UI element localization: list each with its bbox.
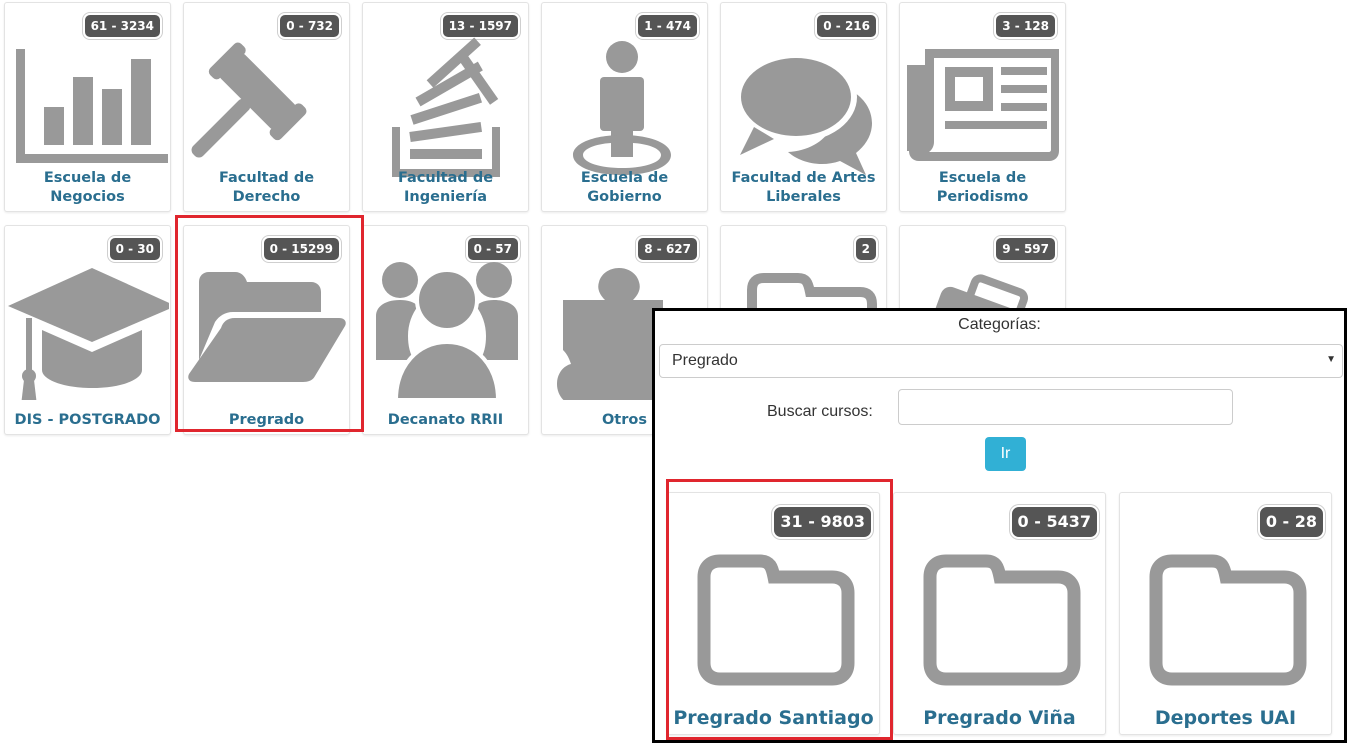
category-label: Escuela de Periodismo: [936, 170, 1029, 205]
category-tile-decanato-rrii[interactable]: 0 - 57 Decanato RRII: [362, 225, 529, 435]
category-label: Facultad de Derecho: [218, 170, 315, 205]
course-count-badge: 0 - 15299: [261, 236, 341, 262]
subcategory-label: Pregrado Santiago: [673, 707, 874, 729]
category-tile-gobierno[interactable]: 1 - 474 Escuela de Gobierno: [541, 2, 708, 212]
category-tile-periodismo[interactable]: 3 - 128 Escuela de Periodismo: [899, 2, 1066, 212]
category-label: Pregrado: [228, 412, 305, 428]
search-courses-label: Buscar cursos:: [767, 403, 873, 420]
subcategory-tile-deportes-uai[interactable]: 0 - 28 Deportes UAI: [1119, 492, 1332, 735]
users-icon: [376, 262, 518, 400]
street-view-icon: [573, 41, 671, 175]
course-count-badge: 0 - 57: [465, 236, 520, 262]
course-count-badge: 1 - 474: [636, 13, 699, 39]
course-count-badge: 3 - 128: [994, 13, 1057, 39]
selected-category: Pregrado: [672, 352, 738, 369]
course-count-badge: 0 - 30: [107, 236, 162, 262]
course-count-badge: 13 - 1597: [440, 13, 520, 39]
category-label: Escuela de Negocios: [43, 170, 132, 205]
category-tile-dis-postgrado[interactable]: 0 - 30 DIS - POSTGRADO: [4, 225, 171, 435]
folder-icon: [923, 554, 1081, 686]
course-count-badge: 0 - 28: [1257, 505, 1325, 539]
category-tile-pregrado[interactable]: 0 - 15299 Pregrado: [183, 225, 350, 435]
gavel-icon: [191, 42, 307, 158]
search-courses-input[interactable]: [898, 389, 1233, 425]
chevron-down-icon: ▼: [1326, 354, 1336, 365]
course-count-badge: 8 - 627: [636, 236, 699, 262]
bar-chart-icon: [16, 49, 168, 163]
category-label: Escuela de Gobierno: [580, 170, 669, 205]
category-label: Facultad de Ingeniería: [397, 170, 494, 205]
go-button[interactable]: Ir: [985, 437, 1026, 471]
category-tile-artes-liberales[interactable]: 0 - 216 Facultad de Artes Liberales: [720, 2, 887, 212]
category-label: DIS - POSTGRADO: [14, 412, 161, 428]
subcategory-panel: Categorías: Pregrado ▼ Buscar cursos: Ir…: [652, 308, 1347, 743]
course-count-badge: 61 - 3234: [82, 13, 162, 39]
newspaper-icon: [907, 49, 1059, 161]
folder-icon: [697, 554, 855, 686]
course-count-badge: 31 - 9803: [772, 505, 873, 539]
folder-open-icon: [188, 272, 346, 382]
graduation-cap-icon: [8, 268, 169, 400]
course-count-badge: 0 - 216: [815, 13, 878, 39]
subcategory-tile-pregrado-santiago[interactable]: 31 - 9803 Pregrado Santiago: [667, 492, 880, 735]
course-count-badge: 0 - 5437: [1009, 505, 1099, 539]
course-count-badge: 0 - 732: [278, 13, 341, 39]
subcategory-label: Pregrado Viña: [923, 707, 1076, 729]
category-tile-negocios[interactable]: 61 - 3234 Escuela de Negocios: [4, 2, 171, 212]
course-count-badge: 9 - 597: [994, 236, 1057, 262]
subcategory-tile-pregrado-vina[interactable]: 0 - 5437 Pregrado Viña: [893, 492, 1106, 735]
category-select[interactable]: Pregrado ▼: [659, 344, 1343, 378]
category-label: Facultad de Artes Liberales: [731, 170, 876, 205]
stack-overflow-icon: [392, 37, 500, 177]
category-label: Decanato RRII: [387, 412, 504, 428]
course-count-badge: 2: [853, 236, 878, 262]
comments-icon: [735, 52, 872, 175]
subcategory-label: Deportes UAI: [1154, 707, 1297, 729]
category-tile-ingenieria[interactable]: 13 - 1597 Facultad de Ingeniería: [362, 2, 529, 212]
category-tile-derecho[interactable]: 0 - 732 Facultad de Derecho: [183, 2, 350, 212]
categories-label: Categorías:: [958, 316, 1041, 333]
folder-icon: [1149, 554, 1307, 686]
